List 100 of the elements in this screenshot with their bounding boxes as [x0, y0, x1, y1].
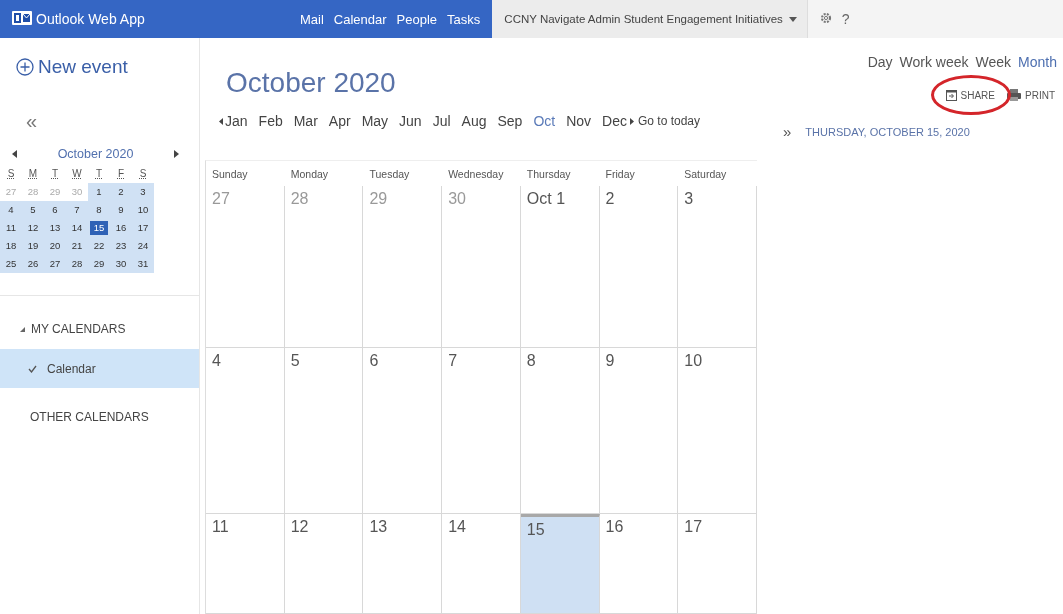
mini-calendar-day[interactable]: 22: [88, 237, 110, 255]
mini-calendar-day[interactable]: 27: [44, 255, 66, 273]
account-name: CCNY Navigate Admin Student Engagement Initiatives: [504, 13, 783, 25]
day-cell[interactable]: 13: [363, 514, 443, 614]
calendar-name: Calendar: [47, 361, 96, 376]
mini-calendar-day[interactable]: 19: [22, 237, 44, 255]
weekday-letter: S: [6, 167, 16, 181]
month-link[interactable]: Sep: [497, 113, 523, 129]
mini-calendar-day[interactable]: 10: [132, 201, 154, 219]
day-cell[interactable]: 17: [678, 514, 757, 614]
expand-button[interactable]: »: [783, 123, 792, 140]
month-link[interactable]: Jul: [432, 113, 451, 129]
print-button[interactable]: PRINT: [1007, 89, 1055, 101]
mini-calendar-day[interactable]: 29: [88, 255, 110, 273]
calendar-item[interactable]: Calendar: [0, 349, 199, 388]
mini-calendar-day[interactable]: 14: [66, 219, 88, 237]
mini-calendar-day[interactable]: 2: [110, 183, 132, 201]
day-heading: THURSDAY, OCTOBER 15, 2020: [805, 125, 970, 138]
day-cell[interactable]: 9: [599, 348, 679, 514]
mini-calendar-day[interactable]: 4: [0, 201, 22, 219]
mini-calendar-day[interactable]: 24: [132, 237, 154, 255]
month-link[interactable]: Jan: [225, 113, 248, 129]
mini-calendar-day[interactable]: 1: [88, 183, 110, 201]
mini-calendar-day[interactable]: 11: [0, 219, 22, 237]
calendar-group-header[interactable]: MY CALENDARS: [0, 318, 199, 340]
day-number: 4: [212, 352, 221, 369]
mini-calendar-day[interactable]: 21: [66, 237, 88, 255]
caret-icon: [788, 16, 797, 22]
app-logo-icon: [12, 10, 32, 25]
month-link[interactable]: May: [361, 113, 389, 129]
mini-calendar-day[interactable]: 23: [110, 237, 132, 255]
mini-calendar-day[interactable]: 28: [66, 255, 88, 273]
nav-link[interactable]: Calendar: [333, 11, 387, 27]
day-cell[interactable]: 11: [206, 514, 285, 614]
calendar-group-header[interactable]: OTHER CALENDARS: [0, 406, 199, 428]
group-label: MY CALENDARS: [31, 322, 126, 336]
mini-calendar-day[interactable]: 17: [132, 219, 154, 237]
weekday-header: Thursday: [525, 167, 572, 182]
month-link[interactable]: Jun: [399, 113, 422, 129]
view-tab[interactable]: Work week: [899, 54, 969, 80]
month-link[interactable]: Aug: [461, 113, 487, 129]
previous-year-icon: [219, 117, 223, 125]
day-number: 27: [212, 190, 230, 207]
view-tab[interactable]: Day: [867, 54, 893, 80]
app-name[interactable]: Outlook Web App: [36, 11, 145, 27]
day-cell[interactable]: 15: [520, 514, 600, 614]
mini-calendar-day[interactable]: 12: [22, 219, 44, 237]
month-link[interactable]: Dec: [602, 113, 627, 129]
month-link[interactable]: Oct: [533, 113, 556, 129]
day-cell[interactable]: 12: [284, 514, 364, 614]
new-event-button[interactable]: New event: [0, 38, 199, 78]
weekday-letter: W: [71, 167, 83, 181]
mini-calendar-day[interactable]: 20: [44, 237, 66, 255]
mini-calendar-day[interactable]: 3: [132, 183, 154, 201]
mini-calendar-day[interactable]: 6: [44, 201, 66, 219]
next-icon: [174, 150, 179, 158]
day-number: 30: [448, 190, 466, 207]
mini-calendar-day[interactable]: 13: [44, 219, 66, 237]
day-cell[interactable]: 3: [678, 186, 757, 348]
month-link[interactable]: Nov: [566, 113, 592, 129]
previous-icon: [12, 150, 17, 158]
mini-calendar-day[interactable]: 7: [66, 201, 88, 219]
month-link[interactable]: Apr: [328, 113, 351, 129]
day-cell[interactable]: 4: [206, 348, 285, 514]
day-cell[interactable]: Oct 1: [520, 186, 600, 348]
nav-link[interactable]: Tasks: [447, 11, 481, 27]
mini-calendar-day[interactable]: 9: [110, 201, 132, 219]
account-menu[interactable]: CCNY Navigate Admin Student Engagement Initiatives: [492, 0, 807, 38]
view-tab[interactable]: Week: [975, 54, 1012, 80]
day-cell[interactable]: 7: [442, 348, 521, 514]
day-number: 6: [369, 352, 379, 369]
mini-calendar-day[interactable]: 8: [88, 201, 110, 219]
day-cell[interactable]: 5: [284, 348, 364, 514]
mini-calendar-day[interactable]: 25: [0, 255, 22, 273]
nav-link[interactable]: People: [396, 11, 438, 27]
day-cell[interactable]: 16: [599, 514, 679, 614]
day-cell[interactable]: 14: [442, 514, 521, 614]
month-link[interactable]: Feb: [258, 113, 283, 129]
day-number: 7: [448, 352, 458, 369]
day-cell[interactable]: 10: [678, 348, 757, 514]
help-button[interactable]: ?: [841, 11, 850, 27]
mini-calendar-title: October 2020: [57, 147, 134, 161]
day-number: 28: [290, 190, 309, 207]
mini-calendar-day[interactable]: 26: [22, 255, 44, 273]
nav-link[interactable]: Mail: [300, 11, 324, 27]
day-number: 14: [448, 518, 466, 535]
mini-calendar-day[interactable]: 15: [88, 219, 110, 237]
next-year-icon: [630, 117, 634, 125]
mini-calendar-day[interactable]: 16: [110, 219, 132, 237]
mini-calendar-day[interactable]: 18: [0, 237, 22, 255]
collapse-button[interactable]: «: [26, 113, 44, 129]
mini-calendar-day[interactable]: 30: [110, 255, 132, 273]
day-cell[interactable]: 2: [599, 186, 679, 348]
share-button[interactable]: SHARE: [945, 89, 995, 101]
mini-calendar-day[interactable]: 5: [22, 201, 44, 219]
mini-calendar-day[interactable]: 31: [132, 255, 154, 273]
view-tab[interactable]: Month: [1018, 54, 1057, 80]
go-to-today-link[interactable]: Go to today: [638, 114, 701, 128]
day-cell[interactable]: 6: [363, 348, 443, 514]
month-link[interactable]: Mar: [293, 113, 318, 129]
